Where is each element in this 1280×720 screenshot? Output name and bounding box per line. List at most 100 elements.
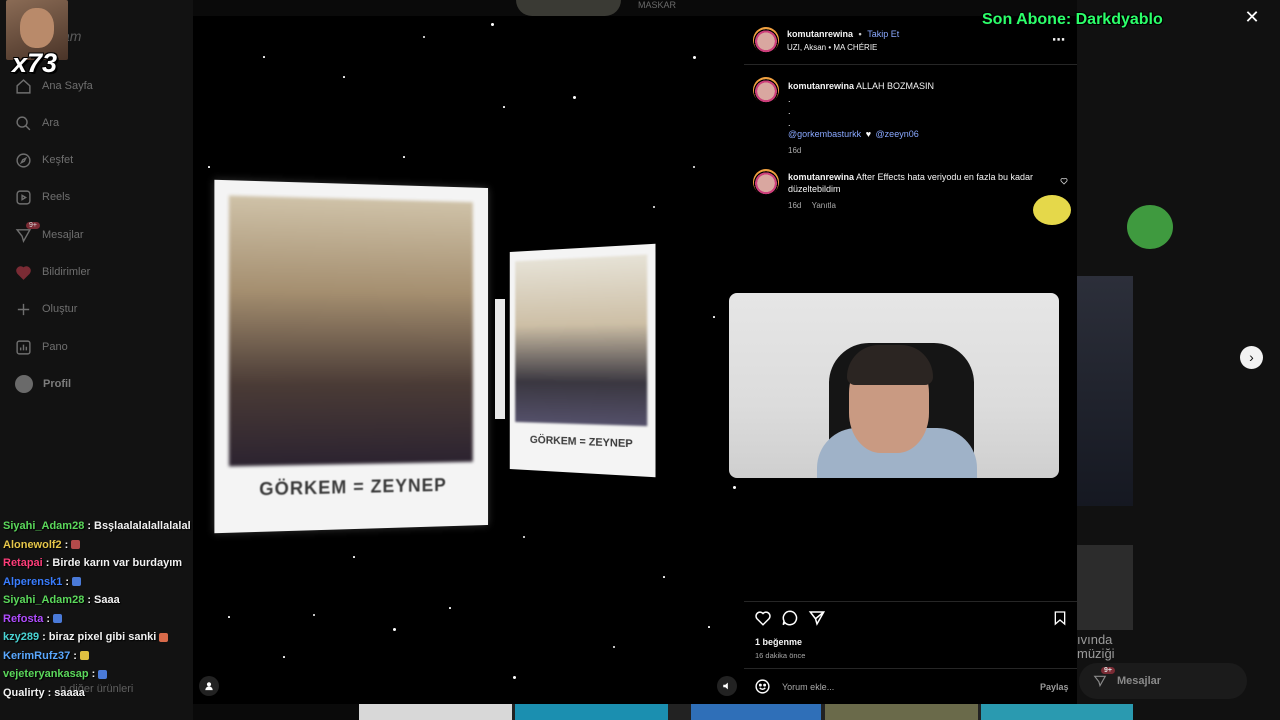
chat-overlay: Siyahi_Adam28: Bsşlaalalalallalalal Alonew… <box>3 517 203 702</box>
chat-separator: : <box>91 668 96 681</box>
sidebar-item-label: Reels <box>42 191 71 203</box>
follow-button[interactable]: Takip Et <box>867 29 899 39</box>
thumbnail <box>981 704 1133 720</box>
chat-separator: : <box>64 538 69 551</box>
star <box>449 607 451 609</box>
reply-button[interactable]: Yanıtla <box>812 201 836 210</box>
chat-username[interactable]: Alperensk1 <box>3 576 62 588</box>
reel-video[interactable]: GÖRKEM = ZEYNEP GÖRKEM = ZEYNEP <box>193 16 744 704</box>
chat-emote <box>71 577 81 587</box>
mute-button[interactable] <box>717 676 737 696</box>
sidebar-item-reels[interactable]: Reels <box>15 186 70 208</box>
divider <box>744 64 1077 65</box>
heart-icon <box>16 265 31 280</box>
author-name[interactable]: komutanrewina <box>787 29 853 39</box>
comment-username[interactable]: komutanrewina <box>788 172 854 182</box>
emoji-icon[interactable] <box>754 678 771 695</box>
mention-link[interactable]: @zeeyn06 <box>876 129 919 139</box>
star <box>513 676 516 679</box>
post-comment-button[interactable]: Paylaş <box>1040 682 1069 692</box>
chat-emote <box>53 614 63 624</box>
messenger-icon-wrap: 9+ <box>15 221 40 244</box>
comment-avatar[interactable] <box>753 169 779 195</box>
star <box>283 656 285 658</box>
sidebar-item-search[interactable]: Ara <box>15 112 59 134</box>
next-post-button[interactable]: › <box>1240 346 1263 369</box>
sidebar-item-messages[interactable]: 9+ Mesajlar <box>15 221 84 246</box>
sidebar-item-label: Ara <box>42 117 60 129</box>
polaroid-back <box>495 299 505 419</box>
star <box>313 614 315 616</box>
chat-username[interactable]: KerimRufz37 <box>3 650 70 662</box>
subscriber-alert: Son Abone: Darkdyablo <box>982 11 1163 28</box>
chat-separator: : <box>87 520 91 533</box>
caption-avatar[interactable] <box>753 77 779 103</box>
comment-line-2: düzeltebildim <box>788 184 841 194</box>
close-icon[interactable]: ✕ <box>1243 8 1261 26</box>
chat-username[interactable]: Siyahi_Adam28 <box>3 594 84 606</box>
star <box>263 56 265 58</box>
comment-like-icon[interactable] <box>1060 177 1068 185</box>
sidebar-item-dashboard[interactable]: Pano <box>15 336 68 358</box>
chat-message: Qualirty: saaaa <box>3 684 203 703</box>
star <box>393 628 396 631</box>
chat-text: Birde karın var burdayım <box>52 557 183 570</box>
star <box>523 536 525 538</box>
chat-emote <box>98 669 108 679</box>
star <box>653 206 655 208</box>
chat-message: vejeteryankasap: <box>3 665 203 684</box>
star <box>403 156 405 158</box>
chat-separator: : <box>73 649 77 662</box>
likes-count[interactable]: 1 beğenme <box>755 637 802 647</box>
chat-message: kzy289: biraz pixel gibi sanki <box>3 628 203 647</box>
pepe-emote <box>1127 205 1173 249</box>
sidebar-item-profile[interactable]: Profil <box>15 373 71 395</box>
author-username[interactable]: komutanrewina • Takip Et <box>787 29 899 39</box>
sidebar-item-notifications[interactable]: Bildirimler <box>15 261 90 283</box>
chat-message: Siyahi_Adam28: Bsşlaalalalallalalal <box>3 517 203 536</box>
chat-username[interactable]: kzy289 <box>3 631 39 643</box>
messages-pill[interactable]: 9+ Mesajlar <box>1079 663 1247 699</box>
chat-message: Siyahi_Adam28: Saaa <box>3 591 203 610</box>
chat-username[interactable]: vejeteryankasap <box>3 668 89 680</box>
feed-text: ıvında <box>1077 632 1113 647</box>
sidebar-item-label: Bildirimler <box>42 266 91 278</box>
bottom-thumbnails <box>359 704 1133 720</box>
chat-message: Retapai: Birde karın var burdayım <box>3 554 203 573</box>
comment-input[interactable]: Yorum ekle... <box>782 682 834 692</box>
more-options-icon[interactable]: ⋯ <box>1052 32 1066 48</box>
chat-text: Saaa <box>94 594 120 607</box>
caption-username[interactable]: komutanrewina <box>788 81 854 91</box>
share-icon[interactable] <box>808 609 826 627</box>
sidebar-item-explore[interactable]: Keşfet <box>15 149 73 171</box>
star <box>228 616 230 618</box>
chat-username[interactable]: Retapai <box>3 557 43 569</box>
like-icon[interactable] <box>754 609 772 627</box>
sidebar-item-create[interactable]: Oluştur <box>15 298 77 320</box>
messages-badge: 9+ <box>26 221 40 229</box>
chat-message: Alonewolf2: <box>3 536 203 555</box>
feed-text: müziği <box>1077 646 1115 661</box>
plus-icon <box>17 303 30 315</box>
star <box>708 626 710 628</box>
bookmark-icon[interactable] <box>1052 609 1068 627</box>
caption-dot: . <box>788 106 791 116</box>
heart-emoji: ♥ <box>865 129 872 139</box>
caption-mentions: @gorkembasturkk ♥ @zeeyn06 <box>788 129 919 139</box>
webcam-person-hair <box>847 345 933 385</box>
chat-username[interactable]: Siyahi_Adam28 <box>3 520 84 532</box>
separator-dot: • <box>858 29 862 39</box>
thumbnail <box>691 704 821 720</box>
chat-username[interactable]: Qualirty <box>3 687 45 699</box>
chat-message: Refosta: <box>3 610 203 629</box>
comment-icon[interactable] <box>781 609 799 627</box>
mention-link[interactable]: @gorkembasturkk <box>788 129 861 139</box>
speaker-icon <box>723 682 728 690</box>
star <box>353 556 355 558</box>
chat-username[interactable]: Alonewolf2 <box>3 539 62 551</box>
audio-label[interactable]: UZI, Aksan • MA CHÉRIE <box>787 43 877 52</box>
thumbnail <box>515 704 668 720</box>
chat-emote <box>71 540 81 550</box>
chat-username[interactable]: Refosta <box>3 613 43 625</box>
author-avatar[interactable] <box>753 27 779 53</box>
